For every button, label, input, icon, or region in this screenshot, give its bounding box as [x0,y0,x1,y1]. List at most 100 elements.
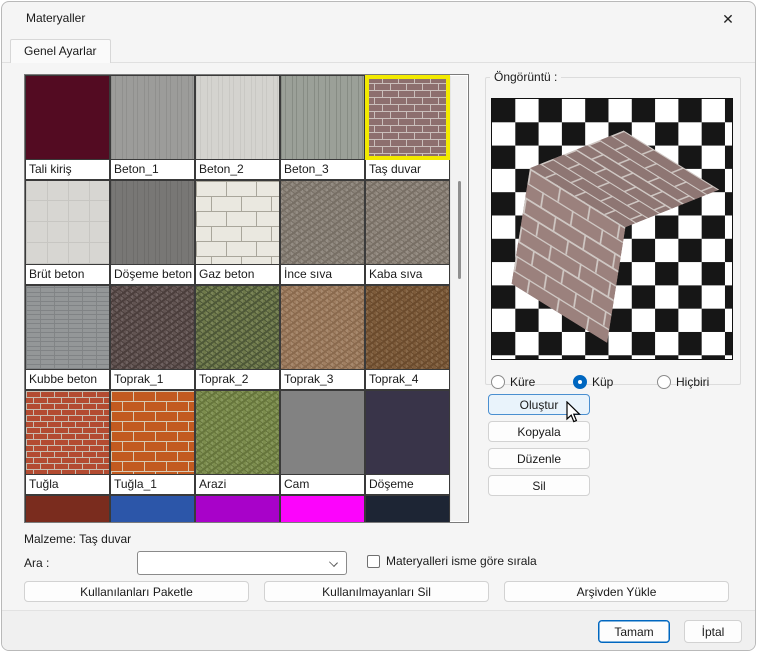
material-thumbnail[interactable] [280,285,365,370]
material-thumbnail[interactable] [195,390,280,475]
material-grid: Tali kirişBeton_1Beton_2Beton_3Taş duvar… [25,75,450,523]
material-label: Toprak_4 [365,370,450,390]
material-thumbnail[interactable] [280,390,365,475]
search-combobox[interactable] [137,551,347,575]
material-tile[interactable] [280,495,365,523]
material-label: Toprak_3 [280,370,365,390]
material-thumbnail[interactable] [110,180,195,265]
preview-cube [506,127,723,344]
radio-kure-circle[interactable] [491,375,505,389]
material-label: İnce sıva [280,265,365,285]
search-input[interactable] [142,554,322,572]
radio-hicbiri-label: Hiçbiri [676,375,709,389]
delete-button[interactable]: Sil [488,475,590,496]
material-tile-tu-la[interactable]: Tuğla [25,390,110,495]
material-label: Gaz beton [195,265,280,285]
material-thumbnail[interactable] [25,285,110,370]
material-tile-toprak-2[interactable]: Toprak_2 [195,285,280,390]
create-button[interactable]: Oluştur [488,394,590,415]
material-tile[interactable] [195,495,280,523]
material-thumbnail[interactable] [280,75,365,160]
material-label: Tali kiriş [25,160,110,180]
radio-hicbiri[interactable]: Hiçbiri [657,375,709,389]
material-tile[interactable] [365,495,450,523]
material-label: Toprak_2 [195,370,280,390]
material-tile-br-t-beton[interactable]: Brüt beton [25,180,110,285]
cancel-button[interactable]: İptal [684,620,742,643]
material-tile-d-eme[interactable]: Döşeme [365,390,450,495]
material-thumbnail[interactable] [110,285,195,370]
material-label: Beton_2 [195,160,280,180]
material-thumbnail[interactable] [365,390,450,475]
tab-genel-ayarlar[interactable]: Genel Ayarlar [10,39,111,63]
material-label: Arazi [195,475,280,495]
radio-kup[interactable]: Küp [573,375,657,389]
preview-mode-radios: Küre Küp Hiçbiri [491,372,735,392]
material-label: Tuğla [25,475,110,495]
material-label: Beton_1 [110,160,195,180]
preview-group: Öngörüntü : Küre Küp Hiçbiri [485,70,741,385]
material-tile-ta-duvar[interactable]: Taş duvar [365,75,450,180]
material-thumbnail[interactable] [195,180,280,265]
sort-by-name-label: Materyalleri isme göre sırala [386,554,537,568]
radio-kup-circle[interactable] [573,375,587,389]
material-tile-toprak-3[interactable]: Toprak_3 [280,285,365,390]
material-tile-toprak-4[interactable]: Toprak_4 [365,285,450,390]
material-thumbnail[interactable] [365,285,450,370]
window-title: Materyaller [26,11,85,25]
material-thumbnail[interactable] [110,495,195,523]
delete-unused-button[interactable]: Kullanılmayanları Sil [264,581,489,602]
material-tile-toprak-1[interactable]: Toprak_1 [110,285,195,390]
ok-button[interactable]: Tamam [598,620,670,643]
material-label: Kaba sıva [365,265,450,285]
material-thumbnail[interactable] [280,180,365,265]
material-thumbnail[interactable] [195,495,280,523]
material-tile[interactable] [25,495,110,523]
package-used-button[interactable]: Kullanılanları Paketle [24,581,249,602]
material-thumbnail[interactable] [25,75,110,160]
copy-button[interactable]: Kopyala [488,421,590,442]
material-tile-tali-kiri-[interactable]: Tali kiriş [25,75,110,180]
material-tile-beton-1[interactable]: Beton_1 [110,75,195,180]
radio-kure-label: Küre [510,375,535,389]
material-label: Döşeme [365,475,450,495]
material-tile-arazi[interactable]: Arazi [195,390,280,495]
material-label: Döşeme beton [110,265,195,285]
material-thumbnail[interactable] [25,495,110,523]
material-thumbnail[interactable] [195,75,280,160]
material-tile-i-nce-s-va[interactable]: İnce sıva [280,180,365,285]
material-tile-cam[interactable]: Cam [280,390,365,495]
radio-hicbiri-circle[interactable] [657,375,671,389]
chevron-down-icon[interactable] [329,558,338,567]
material-thumbnail[interactable] [195,285,280,370]
scrollbar[interactable] [450,76,467,521]
material-thumbnail[interactable] [365,180,450,265]
material-thumbnail[interactable] [365,495,450,523]
edit-button[interactable]: Düzenle [488,448,590,469]
material-tile-d-eme-beton[interactable]: Döşeme beton [110,180,195,285]
material-label: Taş duvar [365,160,450,180]
material-thumbnail[interactable] [110,75,195,160]
load-from-archive-button[interactable]: Arşivden Yükle [504,581,729,602]
material-thumbnail[interactable] [280,495,365,523]
material-thumbnail[interactable] [110,390,195,475]
material-thumbnail[interactable] [25,180,110,265]
material-tile-gaz-beton[interactable]: Gaz beton [195,180,280,285]
checkbox-box[interactable] [367,555,380,568]
material-tile-beton-3[interactable]: Beton_3 [280,75,365,180]
radio-kure[interactable]: Küre [491,375,573,389]
material-tile-tu-la-1[interactable]: Tuğla_1 [110,390,195,495]
close-button[interactable]: ✕ [713,8,743,30]
material-tile-kubbe-beton[interactable]: Kubbe beton [25,285,110,390]
scrollbar-thumb[interactable] [458,181,461,279]
material-tile-kaba-s-va[interactable]: Kaba sıva [365,180,450,285]
material-label: Kubbe beton [25,370,110,390]
material-thumbnail[interactable] [25,390,110,475]
footer-bar: Tamam İptal [2,610,755,650]
material-list[interactable]: Tali kirişBeton_1Beton_2Beton_3Taş duvar… [24,74,469,523]
material-tile-beton-2[interactable]: Beton_2 [195,75,280,180]
material-thumbnail[interactable] [365,75,450,160]
material-tile[interactable] [110,495,195,523]
material-label: Tuğla_1 [110,475,195,495]
sort-by-name-checkbox[interactable]: Materyalleri isme göre sırala [367,554,537,568]
